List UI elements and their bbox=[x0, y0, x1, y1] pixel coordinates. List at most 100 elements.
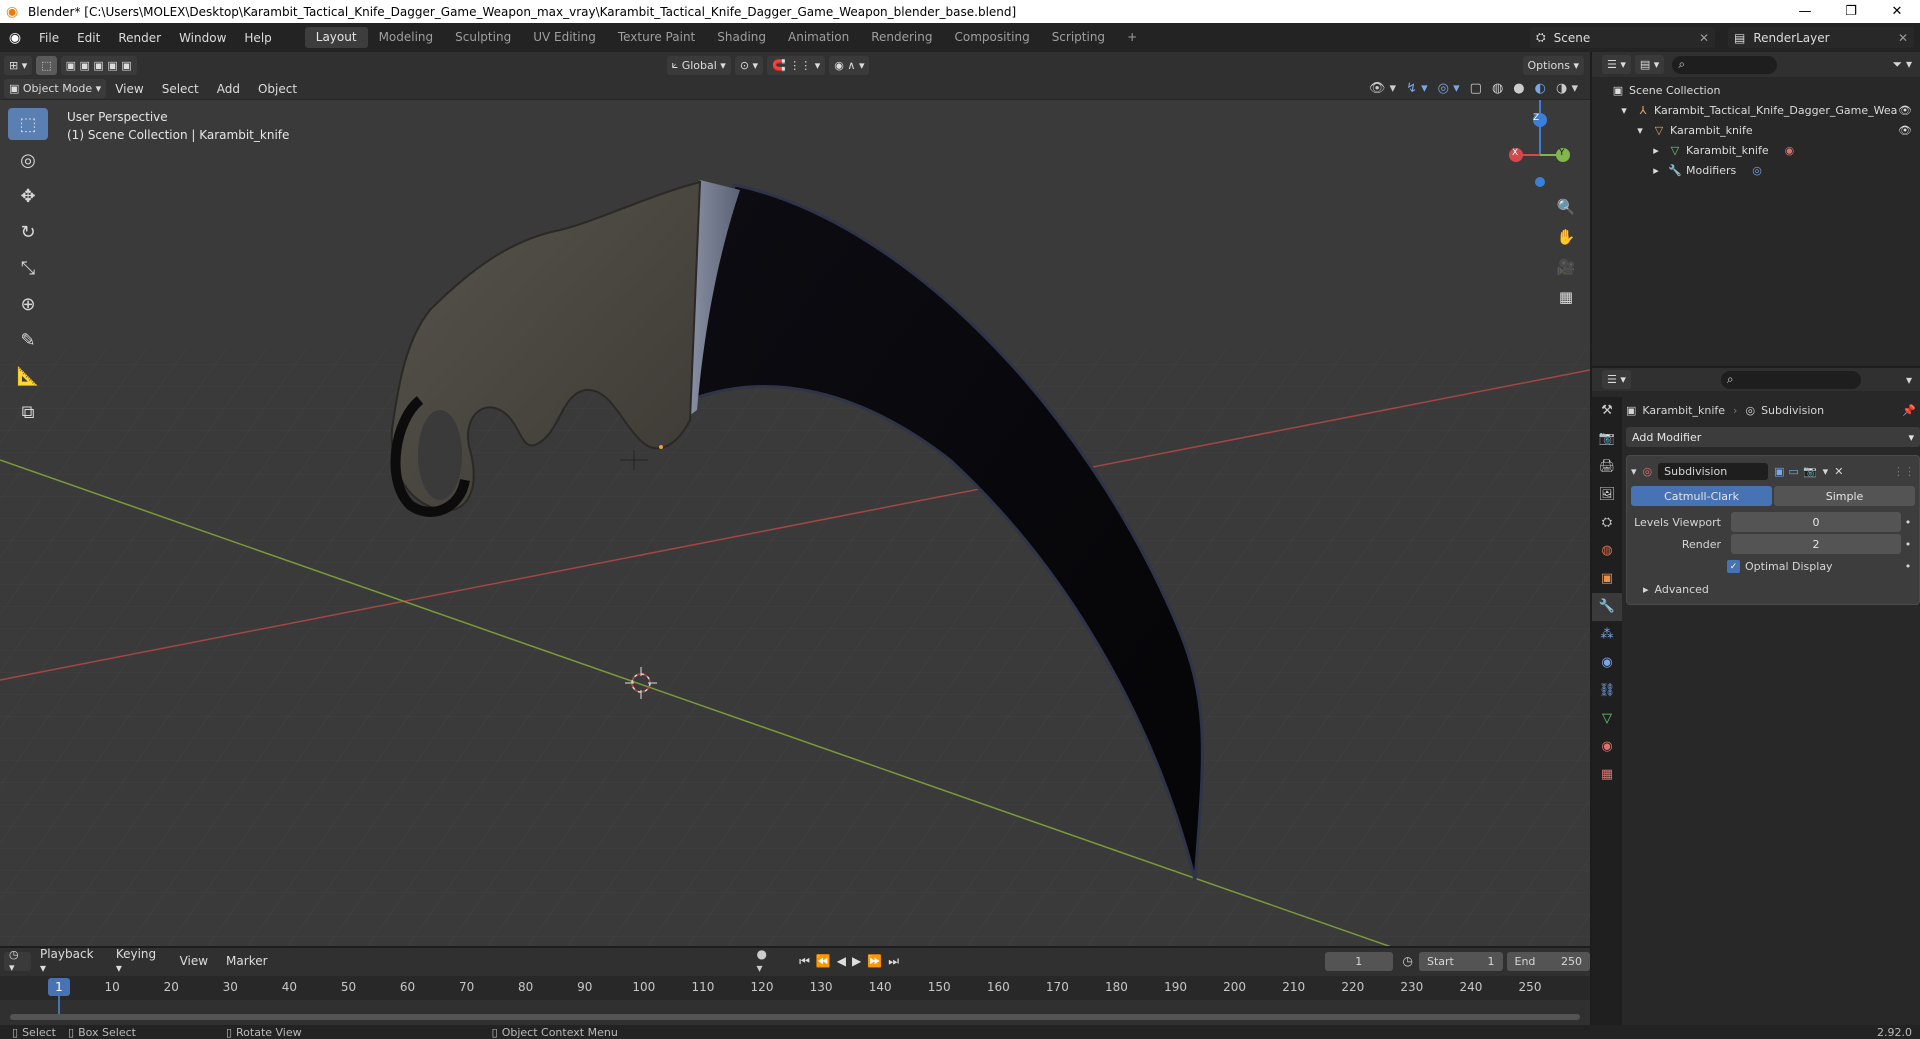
object-tab-icon[interactable]: ▣ bbox=[1592, 565, 1622, 593]
texture-tab-icon[interactable]: ▦ bbox=[1592, 761, 1622, 789]
scene-selector[interactable]: ⛭ Scene ✕ bbox=[1530, 27, 1715, 48]
tab-rendering[interactable]: Rendering bbox=[860, 27, 943, 48]
tab-texture-paint[interactable]: Texture Paint bbox=[607, 27, 706, 48]
modifier-name-field[interactable]: Subdivision bbox=[1658, 462, 1769, 480]
timeline-ruler[interactable]: 1 10 20 30 40 50 60 70 80 90 100 110 120 130 140 150 160… bbox=[0, 976, 1590, 1018]
cursor-tool-icon[interactable]: ◎ bbox=[8, 144, 48, 176]
tab-compositing[interactable]: Compositing bbox=[943, 27, 1040, 48]
snap-icon[interactable]: 🧲 ⋮⋮ ▾ bbox=[767, 55, 826, 75]
particles-tab-icon[interactable]: ⁂ bbox=[1592, 621, 1622, 649]
viewport-menu-view[interactable]: View bbox=[106, 82, 152, 96]
proportional-edit-icon[interactable]: ◉ ∧ ▾ bbox=[829, 55, 870, 75]
viewport-menu-object[interactable]: Object bbox=[249, 82, 306, 96]
scene-close-icon[interactable]: ✕ bbox=[1699, 31, 1709, 45]
tab-shading[interactable]: Shading bbox=[706, 27, 777, 48]
timeline-menu-playback[interactable]: Playback ▾ bbox=[31, 947, 107, 975]
edit-mode-toggle-icon[interactable]: ▣ bbox=[1774, 465, 1784, 478]
data-tab-icon[interactable]: ▽ bbox=[1592, 705, 1622, 733]
keyframe-dot-icon[interactable]: • bbox=[1901, 560, 1915, 573]
outliner-display-mode-icon[interactable]: ▤ ▾ bbox=[1634, 55, 1665, 74]
properties-editor-type-icon[interactable]: ☰ ▾ bbox=[1602, 370, 1631, 389]
remove-modifier-icon[interactable]: ✕ bbox=[1834, 465, 1843, 478]
object-mode-dropdown[interactable]: ▣ Object Mode ▾ bbox=[4, 79, 107, 98]
solid-shading-icon[interactable]: ● bbox=[1513, 81, 1524, 96]
scene-tab-icon[interactable]: ⛭ bbox=[1592, 509, 1622, 537]
restore-button[interactable]: ❐ bbox=[1828, 0, 1874, 23]
eye-icon[interactable]: 👁 bbox=[1898, 124, 1912, 137]
outliner-search-input[interactable]: ⌕ bbox=[1672, 55, 1778, 74]
advanced-subpanel[interactable]: ▸ Advanced bbox=[1631, 583, 1915, 596]
select-tool-icon[interactable]: ⬚ bbox=[36, 55, 57, 75]
ortho-grid-icon[interactable]: ▦ bbox=[1553, 288, 1579, 318]
physics-tab-icon[interactable]: ◉ bbox=[1592, 649, 1622, 677]
view-layer-tab-icon[interactable]: 🖼 bbox=[1592, 481, 1622, 509]
add-cube-tool-icon[interactable]: ⧉ bbox=[8, 396, 48, 428]
timeline-scrollbar[interactable] bbox=[10, 1014, 1580, 1020]
visibility-icon[interactable]: 👁 ▾ bbox=[1369, 81, 1396, 96]
editor-type-icon[interactable]: ⊞ ▾ bbox=[4, 55, 33, 75]
navigation-gizmo[interactable] bbox=[1509, 100, 1570, 187]
outliner-row-object[interactable]: ▾ ▽ Karambit_knife 👁 bbox=[1592, 120, 1920, 140]
pivot-point-icon[interactable]: ⊙ ▾ bbox=[734, 55, 764, 75]
modifier-menu-icon[interactable]: ▾ bbox=[1823, 465, 1829, 478]
menu-render[interactable]: Render bbox=[109, 31, 170, 45]
optimal-display-checkbox[interactable]: ✓ bbox=[1727, 560, 1740, 573]
tab-sculpting[interactable]: Sculpting bbox=[444, 27, 522, 48]
render-layer-close-icon[interactable]: ✕ bbox=[1898, 31, 1908, 45]
render-tab-icon[interactable]: 📷 bbox=[1592, 425, 1622, 453]
rendered-shading-icon[interactable]: ◑ ▾ bbox=[1556, 81, 1578, 96]
outliner-row-scene-collection[interactable]: ▣ Scene Collection bbox=[1592, 80, 1920, 100]
wireframe-shading-icon[interactable]: ◍ bbox=[1492, 81, 1503, 96]
collapse-modifier-icon[interactable]: ▾ bbox=[1631, 465, 1637, 478]
constraints-tab-icon[interactable]: ⛓ bbox=[1592, 677, 1622, 705]
move-tool-icon[interactable]: ✥ bbox=[8, 180, 48, 212]
tab-scripting[interactable]: Scripting bbox=[1041, 27, 1116, 48]
tab-uv-editing[interactable]: UV Editing bbox=[522, 27, 607, 48]
material-tab-icon[interactable]: ◉ bbox=[1592, 733, 1622, 761]
catmull-clark-button[interactable]: Catmull-Clark bbox=[1631, 486, 1772, 506]
options-dropdown[interactable]: Options ▾ bbox=[1522, 55, 1584, 75]
timeline-editor-type-icon[interactable]: ◷ ▾ bbox=[4, 948, 31, 974]
render-layer-selector[interactable]: ▤ RenderLayer ✕ bbox=[1728, 27, 1914, 48]
transform-orientation-dropdown[interactable]: ⟀ Global ▾ bbox=[666, 55, 731, 75]
viewport-menu-add[interactable]: Add bbox=[208, 82, 249, 96]
properties-search-input[interactable]: ⌕ bbox=[1720, 370, 1861, 389]
collapse-arrow-icon[interactable]: ▸ bbox=[1648, 164, 1664, 177]
tool-tab-icon[interactable]: ⚒ bbox=[1592, 397, 1622, 425]
minimize-button[interactable]: — bbox=[1782, 0, 1828, 23]
menu-file[interactable]: File bbox=[30, 31, 68, 45]
transform-tool-icon[interactable]: ⊕ bbox=[8, 288, 48, 320]
outliner-row-modifiers[interactable]: ▸ 🔧 Modifiers ◎ bbox=[1592, 160, 1920, 180]
outliner-row-empty[interactable]: ▾ ⅄ Karambit_Tactical_Knife_Dagger_Game_… bbox=[1592, 100, 1920, 120]
tab-modeling[interactable]: Modeling bbox=[368, 27, 445, 48]
levels-viewport-field[interactable]: 0 bbox=[1731, 512, 1901, 532]
modifier-tab-icon[interactable]: 🔧 bbox=[1592, 593, 1622, 621]
end-frame-field[interactable]: End 250 bbox=[1506, 951, 1590, 971]
render-levels-field[interactable]: 2 bbox=[1731, 534, 1901, 554]
timeline-menu-marker[interactable]: Marker bbox=[217, 954, 276, 968]
gizmo-toggle-icon[interactable]: ↯ ▾ bbox=[1406, 81, 1428, 96]
timeline-menu-view[interactable]: View bbox=[171, 954, 217, 968]
scale-tool-icon[interactable]: ⤡ bbox=[8, 252, 48, 284]
overlay-toggle-icon[interactable]: ◎ ▾ bbox=[1438, 81, 1460, 96]
properties-options-icon[interactable]: ▾ bbox=[1906, 373, 1912, 387]
playback-controls[interactable]: ⏮⏪◀▶⏩⏭ bbox=[799, 954, 905, 969]
blender-menu-icon[interactable]: ◉ bbox=[0, 30, 30, 46]
filter-icon[interactable]: ⏷ ▾ bbox=[1893, 57, 1912, 72]
3d-viewport[interactable]: User Perspective (1) Scene Collection | … bbox=[0, 100, 1590, 946]
eye-icon[interactable]: 👁 bbox=[1898, 104, 1912, 117]
menu-window[interactable]: Window bbox=[170, 31, 235, 45]
viewport-menu-select[interactable]: Select bbox=[153, 82, 208, 96]
zoom-icon[interactable]: 🔍 bbox=[1553, 198, 1579, 228]
close-window-button[interactable]: ✕ bbox=[1874, 0, 1920, 23]
outliner-editor-type-icon[interactable]: ☰ ▾ bbox=[1602, 55, 1631, 74]
menu-edit[interactable]: Edit bbox=[68, 31, 109, 45]
xray-icon[interactable]: ▢ bbox=[1470, 81, 1482, 96]
outliner-row-mesh[interactable]: ▸ ▽ Karambit_knife ◉ bbox=[1592, 140, 1920, 160]
world-tab-icon[interactable]: ◍ bbox=[1592, 537, 1622, 565]
rotate-tool-icon[interactable]: ↻ bbox=[8, 216, 48, 248]
output-tab-icon[interactable]: 🖨 bbox=[1592, 453, 1622, 481]
pin-icon[interactable]: 📌 bbox=[1902, 404, 1916, 417]
pan-hand-icon[interactable]: ✋ bbox=[1553, 228, 1579, 258]
simple-button[interactable]: Simple bbox=[1774, 486, 1915, 506]
